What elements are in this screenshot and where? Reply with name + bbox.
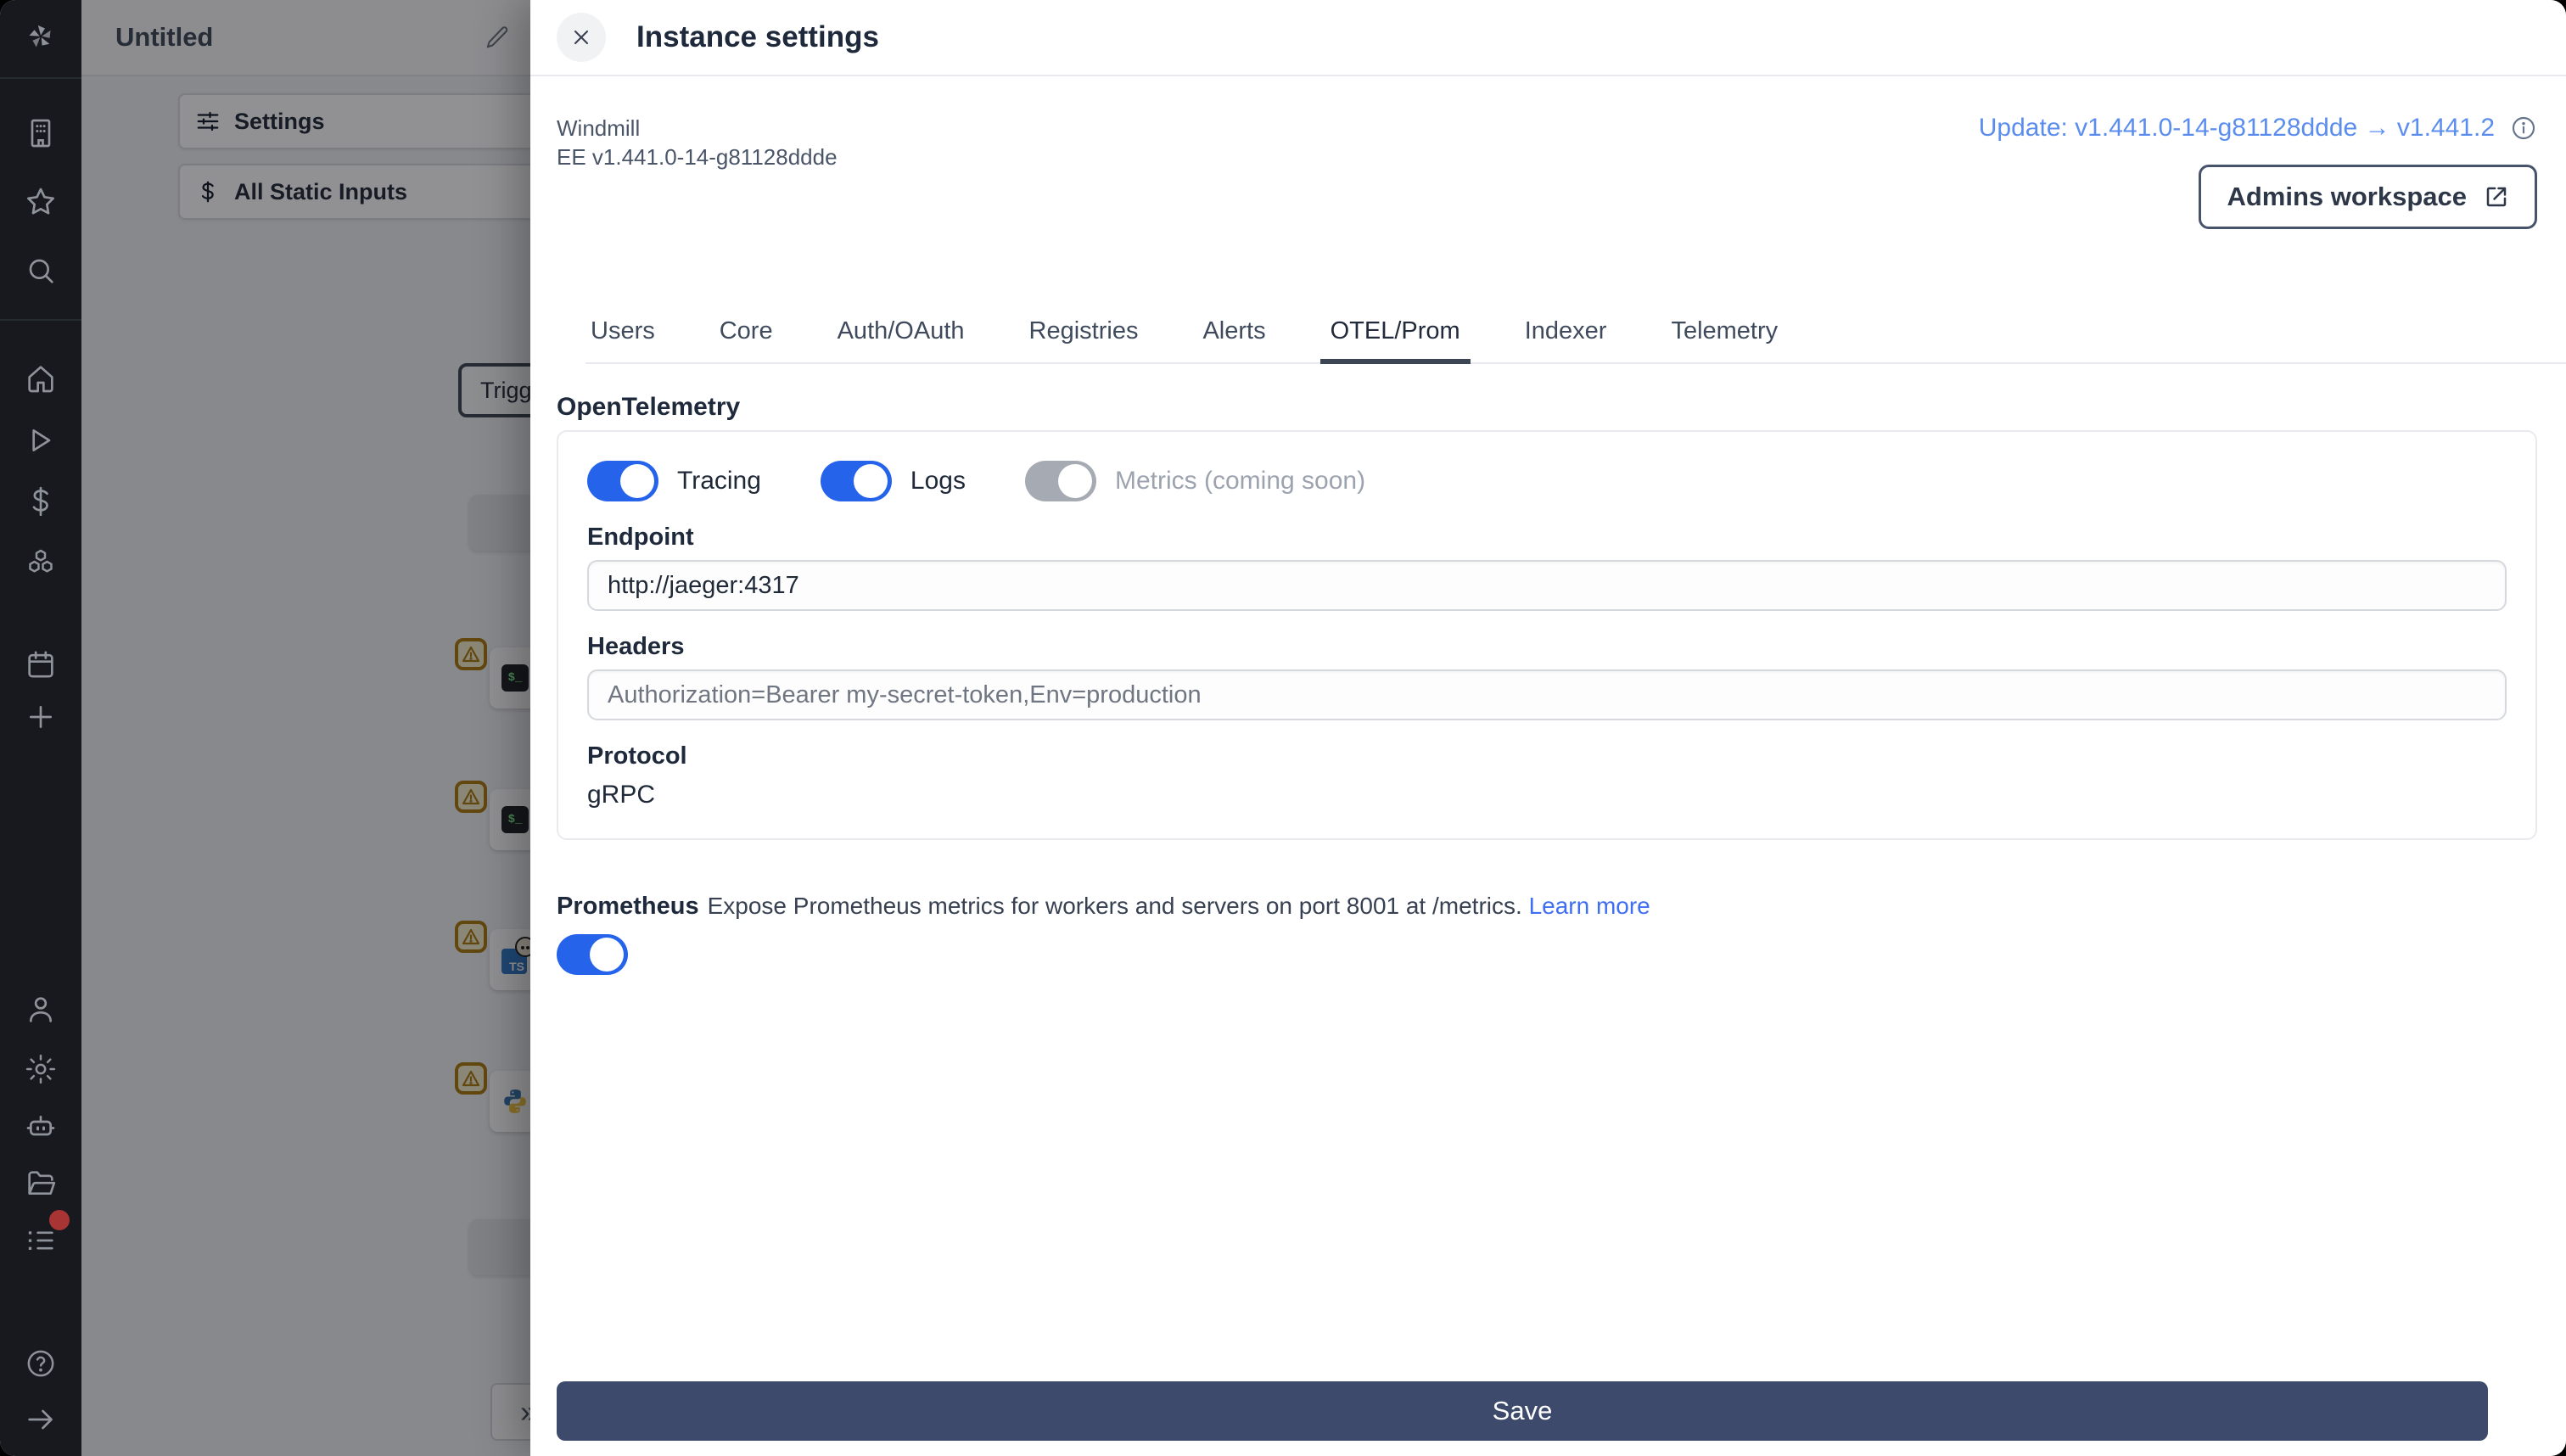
variables-dollar-icon[interactable] [24,484,58,518]
instance-settings-drawer: Instance settings Windmill EE v1.441.0-1… [530,0,2566,1456]
logs-switch[interactable] [820,461,892,501]
prometheus-section: Prometheus Expose Prometheus metrics for … [557,893,2537,921]
prometheus-heading: Prometheus [557,893,699,920]
external-link-icon [2486,187,2507,207]
tab-core[interactable]: Core [714,317,778,362]
workers-robot-icon[interactable] [24,1109,58,1143]
tab-bar: Users Core Auth/OAuth Registries Alerts … [585,317,2566,364]
learn-more-link[interactable]: Learn more [1529,893,1650,919]
tab-otel-prom[interactable]: OTEL/Prom [1319,317,1471,364]
notification-dot [49,1210,70,1230]
admins-workspace-button[interactable]: Admins workspace [2199,165,2537,229]
logs-toggle[interactable]: Logs [820,461,966,501]
metrics-label: Metrics (coming soon) [1114,467,1366,495]
endpoint-label: Endpoint [587,524,694,551]
update-link[interactable]: Update: v1.441.0-14-g81128ddde → v1.441.… [1979,114,2495,143]
windmill-logo-icon[interactable] [24,20,58,53]
sidebar [0,0,81,1456]
drawer-header: Instance settings [530,0,2566,76]
headers-input[interactable] [587,669,2507,720]
folders-icon[interactable] [24,1167,58,1201]
expand-arrow-icon[interactable] [24,1403,58,1436]
logs-label: Logs [910,467,966,495]
help-icon[interactable] [24,1347,58,1380]
app-window: Untitled Settings All Static Inputs Trig… [0,0,2566,1456]
sidebar-divider [0,77,81,79]
metrics-toggle: Metrics (coming soon) [1024,461,1366,501]
favorites-star-icon[interactable] [24,185,58,219]
drawer-body: Windmill EE v1.441.0-14-g81128ddde Updat… [530,76,2566,1381]
schedules-calendar-icon[interactable] [24,647,58,681]
metrics-switch [1024,461,1096,501]
tab-users[interactable]: Users [585,317,660,362]
tab-indexer[interactable]: Indexer [1520,317,1612,362]
user-icon[interactable] [24,993,58,1027]
add-plus-icon[interactable] [24,700,58,734]
tracing-label: Tracing [677,467,761,495]
search-icon[interactable] [24,254,58,288]
protocol-label: Protocol [587,742,687,770]
prometheus-description: Expose Prometheus metrics for workers an… [707,893,1522,919]
settings-gear-icon[interactable] [24,1052,58,1086]
tab-auth-oauth[interactable]: Auth/OAuth [832,317,970,362]
admins-workspace-label: Admins workspace [2227,182,2467,211]
audit-logs-list-icon[interactable] [24,1224,58,1257]
resources-boxes-icon[interactable] [24,546,58,580]
tab-registries[interactable]: Registries [1024,317,1144,362]
tracing-toggle[interactable]: Tracing [587,461,761,501]
drawer-footer: Save [530,1381,2566,1456]
endpoint-input[interactable] [587,560,2507,611]
protocol-value: gRPC [587,781,656,809]
tab-alerts[interactable]: Alerts [1197,317,1270,362]
tab-telemetry[interactable]: Telemetry [1666,317,1783,362]
workspace-icon[interactable] [24,116,58,150]
prometheus-switch[interactable] [557,934,628,975]
meta-row: Windmill EE v1.441.0-14-g81128ddde Updat… [557,114,2537,317]
headers-label: Headers [587,633,685,660]
opentelemetry-heading: OpenTelemetry [557,393,741,421]
tracing-switch[interactable] [587,461,658,501]
close-icon[interactable] [557,13,606,62]
sidebar-divider [0,319,81,321]
opentelemetry-card: Tracing Logs Metrics (coming soon) Endpo… [557,430,2537,840]
runs-play-icon[interactable] [24,423,58,457]
home-icon[interactable] [24,361,58,395]
drawer-title: Instance settings [636,20,879,53]
save-button[interactable]: Save [557,1381,2488,1441]
info-icon[interactable] [2510,115,2537,142]
